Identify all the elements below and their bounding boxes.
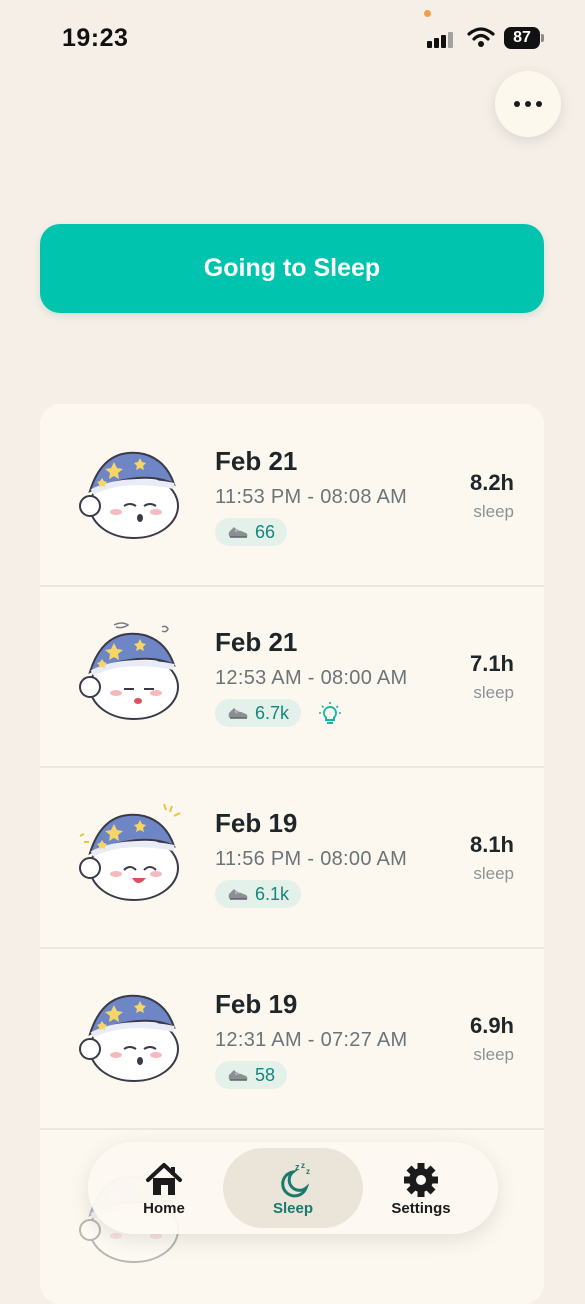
- sleep-entry[interactable]: Feb 19 12:31 AM - 07:27 AM 58 6.9h sleep: [40, 947, 544, 1130]
- sleep-duration: 7.1h: [469, 651, 514, 676]
- entry-time-range: 11:56 PM - 08:00 AM: [215, 848, 408, 870]
- happy-bear-icon: [74, 803, 184, 908]
- wifi-icon: [467, 27, 495, 47]
- steps-count: 6.1k: [255, 883, 290, 904]
- going-to-sleep-button[interactable]: Going to Sleep: [40, 224, 544, 313]
- steps-count: 66: [255, 521, 276, 542]
- shoe-icon: [227, 886, 249, 902]
- entry-time-range: 12:53 AM - 08:00 AM: [215, 667, 408, 689]
- svg-text:z: z: [295, 1162, 300, 1172]
- steps-count: 58: [255, 1064, 276, 1085]
- sleep-duration-label: sleep: [473, 683, 514, 702]
- lightbulb-icon: [319, 702, 341, 724]
- house-icon: [146, 1163, 182, 1195]
- entry-date: Feb 21: [215, 446, 298, 476]
- svg-text:z: z: [306, 1167, 310, 1176]
- tab-label: Home: [143, 1200, 185, 1217]
- tab-settings[interactable]: Settings: [351, 1148, 491, 1228]
- cellular-signal-icon: [427, 30, 459, 48]
- entry-date: Feb 19: [215, 808, 298, 838]
- tab-label: Settings: [391, 1200, 451, 1217]
- battery-nub: [541, 34, 544, 42]
- entry-date: Feb 21: [215, 627, 298, 657]
- sleep-duration: 6.9h: [469, 1013, 514, 1038]
- sleep-duration-label: sleep: [473, 502, 514, 521]
- entry-date: Feb 19: [215, 989, 298, 1019]
- entry-time-range: 11:53 PM - 08:08 AM: [215, 486, 408, 508]
- gear-icon: [404, 1163, 438, 1197]
- steps-badge: 6.1k: [215, 880, 302, 908]
- shoe-icon: [227, 1067, 249, 1083]
- steps-badge: 66: [215, 518, 288, 546]
- steps-badge: 6.7k: [215, 699, 302, 727]
- sleepy-bear-icon: [74, 436, 184, 546]
- status-bar: 19:23 87: [0, 0, 585, 70]
- exhausted-bear-icon: [74, 622, 184, 727]
- bottom-tab-bar: Home z z z Sleep Settings: [88, 1142, 498, 1234]
- status-time: 19:23: [62, 24, 129, 52]
- sleepy-bear-icon: [74, 979, 184, 1089]
- entry-time-range: 12:31 AM - 07:27 AM: [215, 1029, 408, 1051]
- tab-home[interactable]: Home: [94, 1148, 234, 1228]
- ellipsis-icon: [514, 101, 520, 107]
- steps-badge: 58: [215, 1061, 288, 1089]
- battery-indicator: 87: [504, 27, 540, 49]
- tab-sleep[interactable]: z z z Sleep: [223, 1148, 363, 1228]
- sleep-duration: 8.1h: [469, 832, 514, 857]
- sleep-duration: 8.2h: [469, 470, 514, 495]
- sleep-entry[interactable]: Feb 21 11:53 PM - 08:08 AM 66 8.2h sleep: [40, 404, 544, 587]
- shoe-icon: [227, 705, 249, 721]
- sleep-entry[interactable]: Feb 19 11:56 PM - 08:00 AM 6.1k 8.1h sle…: [40, 766, 544, 949]
- svg-text:z: z: [301, 1161, 305, 1170]
- tab-label: Sleep: [272, 1200, 314, 1217]
- moon-zzz-icon: z z z: [281, 1161, 310, 1198]
- sleep-duration-label: sleep: [473, 864, 514, 883]
- sleep-entry[interactable]: Feb 21 12:53 AM - 08:00 AM 6.7k 7.1h sle…: [40, 585, 544, 768]
- privacy-indicator-dot: [424, 10, 431, 17]
- shoe-icon: [227, 524, 249, 540]
- more-options-button[interactable]: [495, 71, 561, 137]
- steps-count: 6.7k: [255, 702, 290, 723]
- sleep-duration-label: sleep: [473, 1045, 514, 1064]
